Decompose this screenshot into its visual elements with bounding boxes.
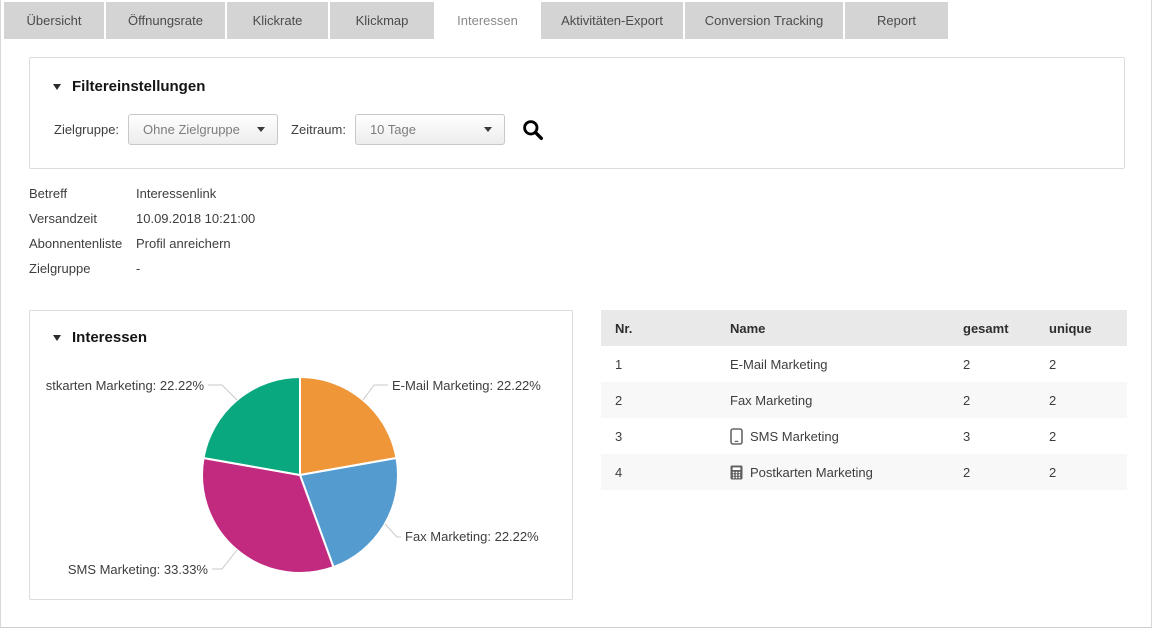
cell-name: E-Mail Marketing xyxy=(730,357,828,372)
zeitraum-label: Zeitraum: xyxy=(291,122,346,137)
cell-name: Postkarten Marketing xyxy=(750,465,873,480)
info-row: Betreff Interessenlink xyxy=(29,186,255,211)
col-header-unique: unique xyxy=(1049,321,1127,336)
tab-bar: Übersicht Öffnungsrate Klickrate Klickma… xyxy=(4,2,948,39)
table-row: 4 Postkarten Marketing 2 2 xyxy=(601,454,1127,490)
tab-conversion-tracking[interactable]: Conversion Tracking xyxy=(685,2,843,39)
info-row: Abonnentenliste Profil anreichern xyxy=(29,236,255,261)
zielgruppe-select[interactable]: Ohne Zielgruppe xyxy=(128,114,278,145)
filter-panel: Filtereinstellungen Zielgruppe: Ohne Zie… xyxy=(29,57,1125,169)
chevron-down-icon xyxy=(257,127,265,132)
cell-nr: 2 xyxy=(601,393,730,408)
pie-label-sms: SMS Marketing: 33.33% xyxy=(68,562,209,577)
interests-panel: Interessen stkarten Marketing: 22.22% E-… xyxy=(29,310,573,600)
info-value: Interessenlink xyxy=(136,186,216,211)
pie-leader-line xyxy=(385,524,401,537)
col-header-gesamt: gesamt xyxy=(963,321,1049,336)
cell-unique: 2 xyxy=(1049,429,1127,444)
cell-unique: 2 xyxy=(1049,393,1127,408)
keypad-icon xyxy=(730,465,743,480)
zeitraum-select[interactable]: 10 Tage xyxy=(355,114,505,145)
table-row: 3 SMS Marketing 3 2 xyxy=(601,418,1127,454)
pie-label-fax: Fax Marketing: 22.22% xyxy=(405,529,539,544)
info-label: Abonnentenliste xyxy=(29,236,136,261)
cell-unique: 2 xyxy=(1049,465,1127,480)
cell-gesamt: 2 xyxy=(963,357,1049,372)
tab-aktivitaeten-export[interactable]: Aktivitäten-Export xyxy=(541,2,683,39)
col-header-nr: Nr. xyxy=(601,321,730,336)
col-header-name: Name xyxy=(730,321,963,336)
table-header-row: Nr. Name gesamt unique xyxy=(601,310,1127,346)
search-icon xyxy=(522,119,544,141)
interests-pie-chart: stkarten Marketing: 22.22% E-Mail Market… xyxy=(30,311,572,599)
cell-nr: 4 xyxy=(601,465,730,480)
info-label: Betreff xyxy=(29,186,136,211)
zeitraum-select-value: 10 Tage xyxy=(370,122,416,137)
cell-gesamt: 2 xyxy=(963,465,1049,480)
info-label: Zielgruppe xyxy=(29,261,136,286)
cell-name: Fax Marketing xyxy=(730,393,812,408)
info-value: 10.09.2018 10:21:00 xyxy=(136,211,255,236)
tab-klickrate[interactable]: Klickrate xyxy=(227,2,328,39)
cell-unique: 2 xyxy=(1049,357,1127,372)
tab-interessen[interactable]: Interessen xyxy=(436,2,539,39)
interests-table: Nr. Name gesamt unique 1 E-Mail Marketin… xyxy=(601,310,1127,490)
tab-report[interactable]: Report xyxy=(845,2,948,39)
info-row: Zielgruppe - xyxy=(29,261,255,286)
cell-gesamt: 3 xyxy=(963,429,1049,444)
pie-leader-line xyxy=(363,385,388,400)
page: Übersicht Öffnungsrate Klickrate Klickma… xyxy=(0,0,1152,628)
collapse-caret-icon[interactable] xyxy=(53,84,61,90)
smartphone-icon xyxy=(730,428,743,445)
pie-label-email: E-Mail Marketing: 22.22% xyxy=(392,378,541,393)
zielgruppe-label: Zielgruppe: xyxy=(54,122,119,137)
info-value: Profil anreichern xyxy=(136,236,231,261)
cell-gesamt: 2 xyxy=(963,393,1049,408)
tab-oeffnungsrate[interactable]: Öffnungsrate xyxy=(106,2,225,39)
pie-label-postkarten: stkarten Marketing: 22.22% xyxy=(46,378,205,393)
cell-name: SMS Marketing xyxy=(750,429,839,444)
pie-leader-line xyxy=(208,385,237,400)
tab-uebersicht[interactable]: Übersicht xyxy=(4,2,104,39)
filter-controls: Zielgruppe: Ohne Zielgruppe Zeitraum: 10… xyxy=(54,114,544,145)
info-value: - xyxy=(136,261,140,286)
info-row: Versandzeit 10.09.2018 10:21:00 xyxy=(29,211,255,236)
table-row: 2 Fax Marketing 2 2 xyxy=(601,382,1127,418)
table-row: 1 E-Mail Marketing 2 2 xyxy=(601,346,1127,382)
zielgruppe-select-value: Ohne Zielgruppe xyxy=(143,122,240,137)
chevron-down-icon xyxy=(484,127,492,132)
cell-nr: 3 xyxy=(601,429,730,444)
filter-panel-title: Filtereinstellungen xyxy=(72,78,205,95)
info-label: Versandzeit xyxy=(29,211,136,236)
pie-slice-postkarten xyxy=(204,377,301,475)
filter-panel-header: Filtereinstellungen xyxy=(30,58,1124,95)
mailing-info: Betreff Interessenlink Versandzeit 10.09… xyxy=(29,186,255,286)
tab-klickmap[interactable]: Klickmap xyxy=(330,2,434,39)
search-button[interactable] xyxy=(522,119,544,141)
pie-leader-line xyxy=(212,550,237,569)
cell-nr: 1 xyxy=(601,357,730,372)
